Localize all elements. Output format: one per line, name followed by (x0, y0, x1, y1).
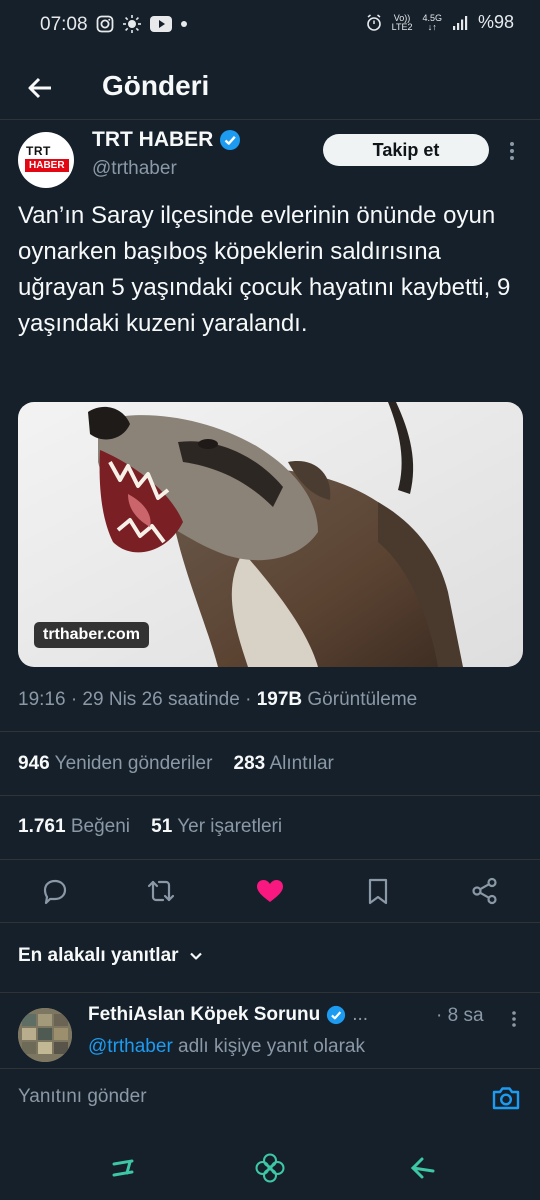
clover-home-icon (255, 1153, 285, 1183)
home-button[interactable] (252, 1150, 288, 1186)
stats-row-1: 946 Yeniden gönderiler 283 Alıntılar (18, 753, 334, 775)
reply-context-text: adlı kişiye yanıt olarak (172, 1036, 365, 1057)
share-button[interactable] (467, 873, 503, 909)
like-icon (257, 880, 283, 902)
status-bar: 07:08 Vo)) LTE2 4.5G ↓↑ %98 (0, 0, 540, 52)
reply-button[interactable] (37, 873, 73, 909)
dot-icon (181, 21, 187, 27)
logo-top: TRT (26, 144, 51, 158)
verified-badge-icon (220, 130, 241, 150)
divider (0, 731, 540, 732)
retweet-button[interactable] (143, 873, 179, 909)
more-options-button[interactable] (505, 139, 519, 163)
chevron-down-icon (189, 952, 202, 960)
battery-percent: %98 (477, 12, 514, 32)
reply-time: · 8 sa (436, 1005, 484, 1026)
signal-icon (452, 15, 468, 30)
camera-button[interactable] (490, 1082, 522, 1114)
back-nav-button[interactable] (404, 1150, 440, 1186)
quotes-link[interactable]: 283 Alıntılar (234, 753, 334, 774)
reply-author-name: FethiAslan Köpek Sorunu (88, 1004, 321, 1025)
status-time: 07:08 (40, 14, 88, 35)
media-source-label: trthaber.com (34, 622, 149, 648)
reply-context: @trthaber adlı kişiye yanıt olarak (88, 1036, 365, 1058)
more-vertical-icon (512, 1011, 516, 1027)
camera-icon (492, 1087, 520, 1110)
reposts-link[interactable]: 946 Yeniden gönderiler (18, 753, 212, 774)
recent-apps-button[interactable] (105, 1150, 141, 1186)
reply-author-row[interactable]: FethiAslan Köpek Sorunu ... (88, 1004, 368, 1026)
reply-more-button[interactable] (508, 1009, 520, 1029)
quotes-count: 283 (233, 753, 266, 774)
views-count: 197B (256, 689, 303, 710)
bookmark-button[interactable] (360, 873, 396, 909)
divider (0, 922, 540, 923)
likes-label: Beğeni (70, 816, 130, 837)
header-divider (0, 119, 540, 120)
author-handle[interactable]: @trthaber (92, 158, 177, 180)
reply-mention-link[interactable]: @trthaber (88, 1036, 173, 1057)
likes-count: 1.761 (18, 816, 66, 837)
divider (0, 992, 540, 993)
reply-input[interactable]: Yanıtını gönder (18, 1086, 147, 1108)
divider (0, 859, 540, 860)
status-notification-icons (96, 14, 188, 34)
likes-link[interactable]: 1.761 Beğeni (18, 816, 130, 837)
status-right: Vo)) LTE2 4.5G ↓↑ %98 (366, 12, 514, 33)
author-avatar[interactable]: TRT HABER (18, 132, 74, 188)
retweet-icon (147, 880, 175, 902)
reply-avatar-image (18, 1008, 72, 1062)
like-button[interactable] (252, 873, 288, 909)
bookmarks-label: Yer işaretleri (177, 816, 283, 837)
instagram-icon (96, 15, 114, 33)
youtube-icon (150, 16, 172, 32)
page-title: Gönderi (102, 70, 210, 101)
network-volte: Vo)) LTE2 (391, 12, 413, 32)
recent-apps-icon (112, 1159, 134, 1177)
bookmark-icon (368, 878, 388, 905)
reposts-count: 946 (18, 753, 50, 774)
reply-author-ellipsis: ... (352, 1004, 369, 1025)
author-name: TRT HABER (92, 128, 214, 151)
reply-sort-label: En alakalı yanıtlar (18, 945, 179, 966)
alarm-icon (366, 13, 381, 31)
follow-button[interactable]: Takip et (323, 134, 489, 166)
verified-badge-icon (327, 1005, 346, 1025)
more-vertical-icon (510, 142, 514, 160)
reply-icon (43, 879, 67, 905)
share-icon (472, 877, 497, 905)
quotes-label: Alıntılar (269, 753, 334, 774)
back-arrow-icon (410, 1157, 435, 1179)
network-4g: 4.5G ↓↑ (422, 12, 442, 32)
reposts-label: Yeniden gönderiler (54, 753, 213, 774)
tweet-meta: 19:16 · 29 Nis 26 saatinde · 197B Görünt… (18, 689, 417, 711)
logo-bottom: HABER (25, 159, 69, 172)
tweet-text: Van’ın Saray ilçesinde evlerinin önünde … (18, 202, 511, 337)
stats-row-2: 1.761 Beğeni 51 Yer işaretleri (18, 816, 282, 838)
back-arrow-icon (28, 77, 51, 99)
bookmarks-count: 51 (151, 816, 173, 837)
views-label: Görüntüleme (307, 689, 418, 710)
bookmarks-link[interactable]: 51 Yer işaretleri (151, 816, 282, 837)
tweet-timestamp: 19:16 · 29 Nis 26 saatinde · (18, 689, 252, 710)
reply-sort-dropdown[interactable]: En alakalı yanıtlar (18, 945, 205, 967)
sun-icon (123, 15, 141, 33)
author-name-row[interactable]: TRT HABER (92, 128, 241, 152)
back-button[interactable] (22, 70, 58, 106)
reply-avatar[interactable] (18, 1008, 72, 1062)
divider (0, 795, 540, 796)
